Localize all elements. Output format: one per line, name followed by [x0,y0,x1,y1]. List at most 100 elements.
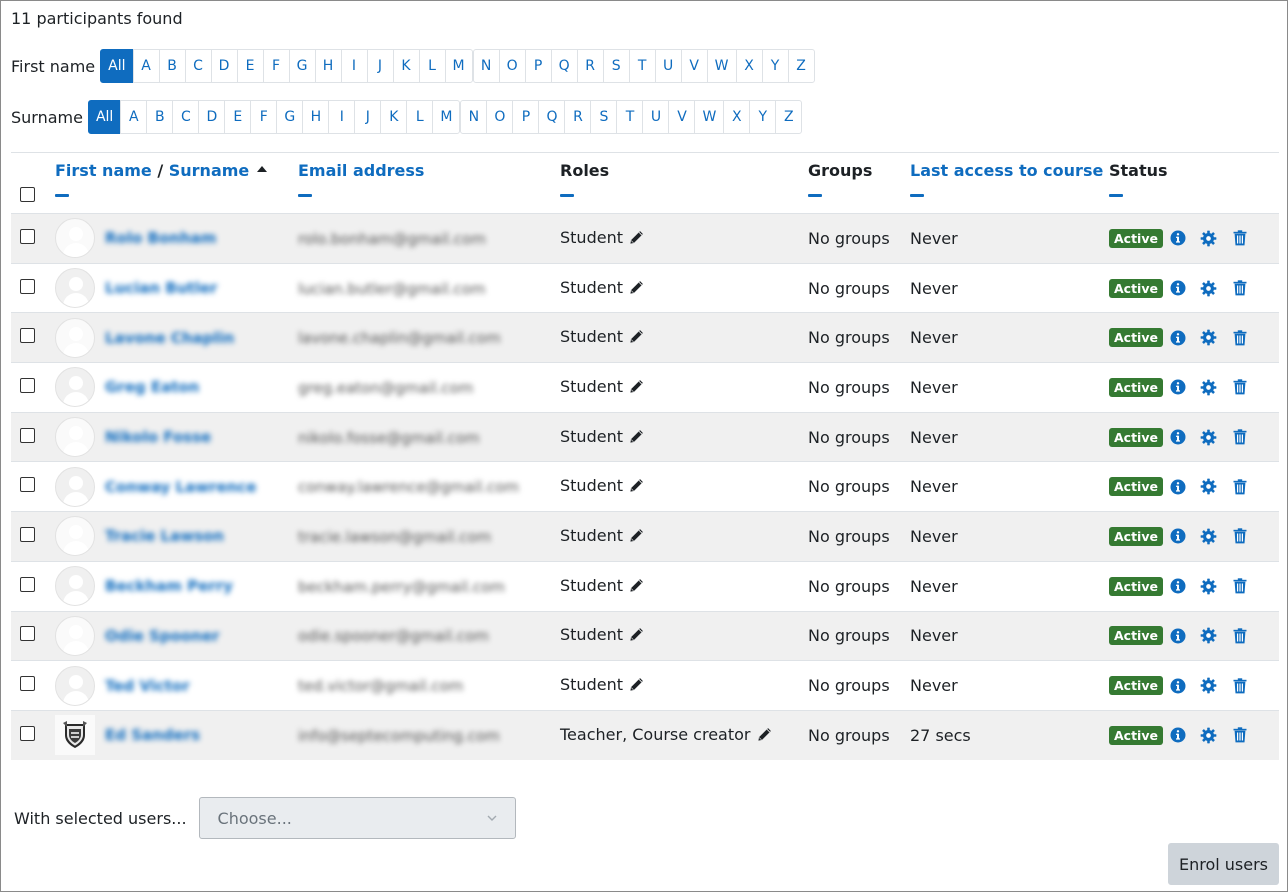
gear-icon[interactable] [1200,378,1218,396]
firstname-letter-y[interactable]: Y [761,49,789,83]
firstname-letter-l[interactable]: L [418,49,446,83]
firstname-letter-k[interactable]: K [392,49,420,83]
firstname-letter-m[interactable]: M [444,49,473,83]
sort-firstname-link[interactable]: First name [55,161,152,180]
row-checkbox[interactable] [20,377,35,393]
firstname-letter-f[interactable]: F [262,49,290,83]
collapse-roles-column-icon[interactable] [560,194,574,197]
trash-icon[interactable] [1231,329,1249,347]
avatar[interactable] [55,218,95,259]
info-circle-icon[interactable] [1169,726,1187,744]
firstname-letter-r[interactable]: R [576,49,604,83]
participant-name-link[interactable]: Ted Victor [105,677,190,695]
avatar[interactable] [55,665,95,706]
sort-email-link[interactable]: Email address [298,161,424,180]
avatar[interactable] [55,466,95,507]
firstname-letter-c[interactable]: C [184,49,212,83]
gear-icon[interactable] [1200,329,1218,347]
surname-letter-l[interactable]: L [406,100,434,134]
firstname-letter-b[interactable]: B [158,49,186,83]
bulk-action-select[interactable]: Choose... [198,797,516,839]
gear-icon[interactable] [1200,279,1218,297]
firstname-letter-u[interactable]: U [654,49,682,83]
trash-icon[interactable] [1231,577,1249,595]
participant-name-link[interactable]: Lucian Butler [105,279,217,297]
firstname-letter-h[interactable]: H [314,49,342,83]
participant-name-link[interactable]: Nikolo Fosse [105,428,211,446]
surname-letter-i[interactable]: I [328,100,356,134]
firstname-letter-p[interactable]: P [524,49,552,83]
firstname-letter-all[interactable]: All [100,49,134,83]
pencil-icon[interactable] [629,528,644,547]
pencil-icon[interactable] [629,429,644,448]
avatar[interactable] [55,268,95,309]
surname-letter-v[interactable]: V [668,100,696,134]
trash-icon[interactable] [1231,726,1249,744]
surname-letter-t[interactable]: T [616,100,644,134]
collapse-groups-column-icon[interactable] [808,194,822,197]
gear-icon[interactable] [1200,478,1218,496]
firstname-letter-x[interactable]: X [735,49,763,83]
gear-icon[interactable] [1200,577,1218,595]
surname-letter-h[interactable]: H [302,100,330,134]
row-checkbox[interactable] [20,477,35,493]
pencil-icon[interactable] [629,627,644,646]
surname-letter-r[interactable]: R [564,100,592,134]
info-circle-icon[interactable] [1169,478,1187,496]
pencil-icon[interactable] [629,677,644,696]
surname-letter-z[interactable]: Z [775,100,803,134]
surname-letter-x[interactable]: X [723,100,751,134]
firstname-letter-o[interactable]: O [498,49,526,83]
surname-letter-n[interactable]: N [460,100,488,134]
pencil-icon[interactable] [629,280,644,299]
collapse-name-column-icon[interactable] [55,194,69,197]
surname-letter-all[interactable]: All [87,100,122,134]
firstname-letter-e[interactable]: E [236,49,264,83]
row-checkbox[interactable] [20,676,35,692]
collapse-status-column-icon[interactable] [1109,194,1123,197]
trash-icon[interactable] [1231,279,1249,297]
participant-name-link[interactable]: Conway Lawrence [105,478,256,496]
trash-icon[interactable] [1231,478,1249,496]
firstname-letter-q[interactable]: Q [550,49,578,83]
surname-letter-j[interactable]: J [354,100,382,134]
firstname-letter-n[interactable]: N [472,49,500,83]
surname-letter-f[interactable]: F [250,100,278,134]
pencil-icon[interactable] [757,727,772,746]
row-checkbox[interactable] [20,328,35,344]
avatar[interactable] [55,516,95,557]
gear-icon[interactable] [1200,677,1218,695]
info-circle-icon[interactable] [1169,329,1187,347]
avatar[interactable] [55,566,95,607]
participant-name-link[interactable]: Tracie Lawson [105,527,224,545]
collapse-email-column-icon[interactable] [298,194,312,197]
row-checkbox[interactable] [20,228,35,244]
firstname-letter-i[interactable]: I [340,49,368,83]
surname-letter-b[interactable]: B [146,100,174,134]
pencil-icon[interactable] [629,230,644,249]
surname-letter-e[interactable]: E [224,100,252,134]
firstname-letter-g[interactable]: G [288,49,316,83]
row-checkbox[interactable] [20,278,35,294]
surname-letter-s[interactable]: S [590,100,618,134]
surname-letter-m[interactable]: M [432,100,461,134]
collapse-last-access-column-icon[interactable] [910,194,924,197]
trash-icon[interactable] [1231,527,1249,545]
participant-name-link[interactable]: Beckham Perry [105,577,233,595]
participant-name-link[interactable]: Greg Eaton [105,378,199,396]
info-circle-icon[interactable] [1169,527,1187,545]
firstname-letter-v[interactable]: V [680,49,708,83]
surname-letter-g[interactable]: G [276,100,304,134]
firstname-letter-j[interactable]: J [366,49,394,83]
avatar[interactable] [55,615,95,656]
surname-letter-q[interactable]: Q [538,100,566,134]
surname-letter-y[interactable]: Y [749,100,777,134]
info-circle-icon[interactable] [1169,378,1187,396]
avatar[interactable] [55,317,95,358]
pencil-icon[interactable] [629,478,644,497]
firstname-letter-d[interactable]: D [210,49,238,83]
participant-name-link[interactable]: Odie Spooner [105,627,219,645]
info-circle-icon[interactable] [1169,428,1187,446]
enrol-users-button[interactable]: Enrol users [1168,843,1279,885]
firstname-letter-w[interactable]: W [706,49,737,83]
